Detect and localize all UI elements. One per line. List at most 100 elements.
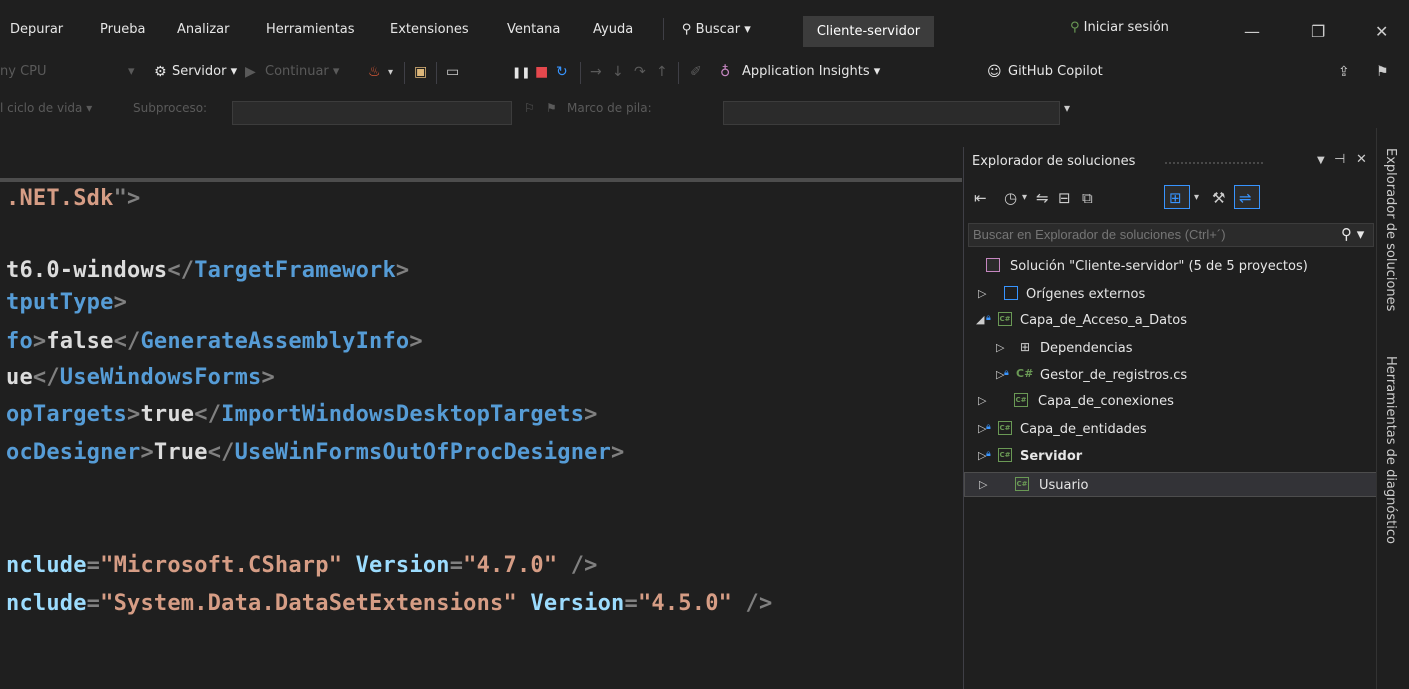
stack-frame-combo[interactable] bbox=[723, 101, 1060, 125]
startup-project-combo[interactable]: Servidor ▾ bbox=[172, 64, 237, 79]
solution-explorer-title: Explorador de soluciones bbox=[972, 154, 1136, 169]
feedback-icon[interactable]: ⚑ bbox=[1376, 64, 1389, 80]
search-icon[interactable]: ⚲ ▾ bbox=[1341, 225, 1364, 243]
external-sources-icon bbox=[1004, 286, 1018, 300]
code-line[interactable]: nclude="Microsoft.CSharp" Version="4.7.0… bbox=[6, 553, 598, 578]
solution-search-input[interactable] bbox=[973, 227, 1323, 242]
close-icon[interactable]: ✕ bbox=[1375, 22, 1388, 41]
tree-item[interactable]: ▷ C# Usuario bbox=[964, 472, 1377, 497]
tree-item[interactable]: ▷ 🔒︎ C# Servidor bbox=[964, 444, 1377, 469]
stop-icon[interactable]: ■ bbox=[535, 64, 548, 80]
pending-changes-dropdown-icon[interactable]: ▾ bbox=[1022, 192, 1027, 203]
github-copilot-button[interactable]: GitHub Copilot bbox=[1008, 64, 1103, 79]
toolbar-overflow-icon[interactable]: ▾ bbox=[1064, 101, 1070, 115]
tree-item-label: Gestor_de_registros.cs bbox=[1040, 368, 1188, 383]
tree-item[interactable]: ▷ 🔒︎ C# Gestor_de_registros.cs bbox=[964, 363, 1377, 388]
search-menu-button[interactable]: ⚲ Buscar ▾ bbox=[682, 22, 751, 37]
thread-combo[interactable] bbox=[232, 101, 512, 125]
code-line[interactable]: tputType> bbox=[6, 290, 127, 315]
menu-extensiones[interactable]: Extensiones bbox=[390, 22, 469, 37]
code-token: </ bbox=[167, 258, 195, 283]
restart-icon[interactable]: ↻ bbox=[556, 64, 568, 80]
tab-solution-explorer[interactable]: Explorador de soluciones bbox=[1383, 148, 1398, 311]
chevron-right-icon[interactable]: ▷ bbox=[996, 341, 1004, 354]
tree-item[interactable]: Solución "Cliente-servidor" (5 de 5 proy… bbox=[964, 254, 1377, 279]
code-line[interactable]: ue</UseWindowsForms> bbox=[6, 365, 275, 390]
code-token: false bbox=[46, 329, 114, 354]
window-layout-icon[interactable]: ▭ bbox=[446, 64, 459, 80]
menu-analizar[interactable]: Analizar bbox=[177, 22, 229, 37]
dependencies-icon: ⊞ bbox=[1020, 340, 1031, 354]
solution-search-box[interactable]: ⚲ ▾ bbox=[968, 223, 1374, 247]
share-icon[interactable]: ⇪ bbox=[1338, 64, 1350, 80]
sync-active-document-icon[interactable]: ⇤ bbox=[974, 189, 987, 207]
code-token: > bbox=[261, 365, 275, 390]
chevron-right-icon[interactable]: ▷ bbox=[978, 394, 986, 407]
continue-button[interactable]: Continuar ▾ bbox=[265, 64, 339, 79]
tree-item[interactable]: ▷ 🔒︎ C# Capa_de_entidades bbox=[964, 417, 1377, 442]
menu-separator bbox=[663, 18, 664, 40]
code-token: nclude bbox=[6, 553, 87, 578]
code-line[interactable]: .NET.Sdk"> bbox=[6, 186, 140, 211]
pin-icon[interactable]: ⊣ bbox=[1334, 152, 1345, 167]
code-line[interactable]: ocDesigner>True</UseWinFormsOutOfProcDes… bbox=[6, 440, 625, 465]
tree-item[interactable]: ▷ C# Capa_de_conexiones bbox=[964, 389, 1377, 414]
code-token: > bbox=[395, 258, 410, 283]
platform-combo[interactable]: ny CPU bbox=[0, 64, 47, 79]
code-token: > bbox=[584, 402, 598, 427]
hot-reload-dropdown-icon[interactable]: ▾ bbox=[388, 67, 393, 78]
tree-item[interactable]: ◢ 🔒︎ C# Capa_de_Acceso_a_Datos bbox=[964, 308, 1377, 333]
tab-diagnostic-tools[interactable]: Herramientas de diagnóstico bbox=[1383, 356, 1398, 544]
person-add-icon: ⚲ bbox=[1070, 20, 1080, 35]
code-token: ImportWindowsDesktopTargets bbox=[221, 402, 585, 427]
code-token: </ bbox=[113, 329, 141, 354]
code-token: /> bbox=[732, 591, 773, 616]
minimize-icon[interactable]: — bbox=[1244, 22, 1260, 41]
panel-grip[interactable] bbox=[1164, 161, 1264, 165]
platform-dropdown-icon[interactable]: ▾ bbox=[128, 64, 135, 79]
menu-herramientas[interactable]: Herramientas bbox=[266, 22, 355, 37]
open-folder-icon[interactable]: ▣ bbox=[414, 64, 427, 80]
lock-icon: 🔒︎ bbox=[986, 313, 991, 323]
application-insights-button[interactable]: Application Insights ▾ bbox=[742, 64, 880, 79]
collapse-all-icon[interactable]: ⊟ bbox=[1058, 189, 1071, 207]
lock-icon: 🔒︎ bbox=[1004, 368, 1009, 378]
properties-wrench-icon[interactable]: ⚒ bbox=[1212, 189, 1225, 207]
filter-dropdown-icon[interactable]: ▾ bbox=[1194, 192, 1199, 203]
chevron-right-icon[interactable]: ▷ bbox=[979, 478, 987, 491]
stack-label: Marco de pila: bbox=[567, 101, 652, 115]
tree-item[interactable]: ▷ ⊞ Dependencias bbox=[964, 336, 1377, 361]
chevron-down-icon[interactable]: ◢ bbox=[976, 313, 984, 326]
solution-icon bbox=[986, 258, 1000, 272]
menu-ayuda[interactable]: Ayuda bbox=[593, 22, 633, 37]
show-all-files-icon[interactable]: ⧉ bbox=[1082, 189, 1093, 207]
pause-icon[interactable]: ❚❚ bbox=[512, 66, 530, 79]
menu-bar: Depurar Prueba Analizar Herramientas Ext… bbox=[0, 0, 1409, 58]
thread-label: Subproceso: bbox=[133, 101, 208, 115]
code-line[interactable]: t6.0-windows</TargetFramework> bbox=[6, 258, 409, 283]
code-line[interactable]: opTargets>true</ImportWindowsDesktopTarg… bbox=[6, 402, 598, 427]
toolbar-separator bbox=[678, 62, 679, 84]
window-position-icon[interactable]: ▼ bbox=[1317, 155, 1325, 166]
code-line[interactable]: nclude="System.Data.DataSetExtensions" V… bbox=[6, 591, 772, 616]
tree-item[interactable]: ▷ Orígenes externos bbox=[964, 282, 1377, 307]
chevron-right-icon[interactable]: ▷ bbox=[978, 287, 986, 300]
code-token: "4.7.0" bbox=[463, 553, 558, 578]
sync-icon[interactable]: ⇋ bbox=[1036, 189, 1049, 207]
code-token: "4.5.0" bbox=[637, 591, 733, 616]
code-line[interactable]: fo>false</GenerateAssemblyInfo> bbox=[6, 329, 423, 354]
menu-prueba[interactable]: Prueba bbox=[100, 22, 145, 37]
signin-button[interactable]: ⚲ Iniciar sesión bbox=[1070, 20, 1169, 35]
restore-icon[interactable]: ❐ bbox=[1311, 22, 1325, 41]
close-panel-icon[interactable]: ✕ bbox=[1356, 152, 1367, 167]
menu-depurar[interactable]: Depurar bbox=[10, 22, 63, 37]
toolbar-separator bbox=[404, 62, 405, 84]
code-token: Version bbox=[530, 591, 625, 616]
lifecycle-events-combo[interactable]: l ciclo de vida ▾ bbox=[0, 101, 92, 115]
code-token: True bbox=[153, 440, 208, 465]
menu-ventana[interactable]: Ventana bbox=[507, 22, 560, 37]
pending-changes-icon[interactable]: ◷ bbox=[1004, 189, 1017, 207]
hot-reload-icon[interactable]: ♨ bbox=[368, 64, 381, 80]
